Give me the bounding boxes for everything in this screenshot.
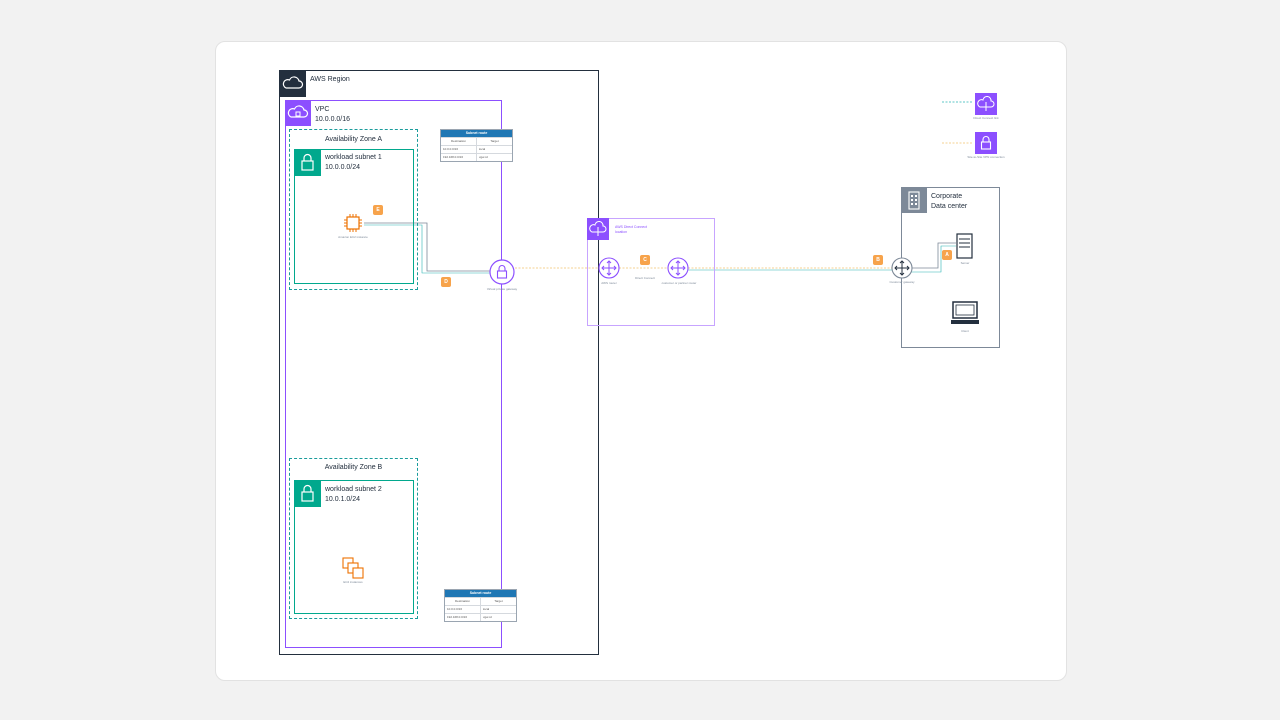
ec2-caption: Amazon EC2 instance xyxy=(338,235,368,239)
route-table-title: Subnet route xyxy=(441,130,512,137)
customer-gateway-icon[interactable] xyxy=(891,257,913,279)
customer-router-caption: customer or partner router xyxy=(661,281,697,285)
route-cell: 192.168.0.0/16 xyxy=(447,615,468,619)
badge-b: B xyxy=(873,255,883,265)
instances-caption: EC2 instances xyxy=(343,580,363,584)
server-icon[interactable] xyxy=(956,233,973,259)
vgw-caption: Virtual private gateway xyxy=(486,287,518,291)
legend-dx-icon xyxy=(975,93,997,115)
cgw-caption: Customer gateway xyxy=(889,280,915,284)
vpc-icon xyxy=(285,100,311,126)
badge-c: C xyxy=(640,255,650,265)
route-cell: vgw-id xyxy=(476,154,512,161)
route-table-bottom: Subnet route Destination Target 10.0.0.0… xyxy=(444,589,517,622)
az-b-label: Availability Zone B xyxy=(324,464,383,471)
route-cell: local xyxy=(480,606,516,613)
dx-conn-caption: Direct Connect xyxy=(635,276,655,280)
dx-label-2: location xyxy=(615,230,628,234)
legend-vpn-icon xyxy=(975,132,997,154)
subnet1-label: workload subnet 1 xyxy=(325,154,382,161)
lock-icon xyxy=(294,149,321,176)
route-table-row: 10.0.0.0/16 local xyxy=(445,605,516,613)
ec2-instance-icon[interactable] xyxy=(343,213,363,233)
az-a-label: Availability Zone A xyxy=(324,136,383,143)
server-caption: Server xyxy=(960,261,970,265)
route-table-row: 10.0.0.0/16 local xyxy=(441,145,512,153)
client-icon[interactable] xyxy=(950,301,980,327)
lock-icon xyxy=(294,480,321,507)
vpc-cidr: 10.0.0.0/16 xyxy=(315,116,351,123)
route-table-header: Destination xyxy=(450,139,466,143)
dc-label-1: Corporate xyxy=(931,193,963,200)
subnet1-cidr: 10.0.0.0/24 xyxy=(325,164,361,171)
route-cell: local xyxy=(476,146,512,153)
dx-label-1: AWS Direct Connect xyxy=(615,225,647,229)
route-cell: vgw-id xyxy=(480,614,516,621)
dx-location-icon xyxy=(587,218,609,240)
customer-router-icon[interactable] xyxy=(667,257,689,279)
subnet2-label: workload subnet 2 xyxy=(325,486,382,493)
route-table-header: Target xyxy=(480,598,516,605)
route-table-row: 192.168.0.0/16 vgw-id xyxy=(441,153,512,161)
connection-lines xyxy=(364,101,972,274)
vpc-label: VPC xyxy=(315,106,330,113)
route-cell: 192.168.0.0/16 xyxy=(443,155,464,159)
route-table-top: Subnet route Destination Target 10.0.0.0… xyxy=(440,129,513,162)
region-label: AWS Region xyxy=(310,76,350,83)
ec2-instances-icon[interactable] xyxy=(341,557,365,579)
route-table-row: 192.168.0.0/16 vgw-id xyxy=(445,613,516,621)
badge-e: E xyxy=(373,205,383,215)
dc-label-2: Data center xyxy=(931,203,968,210)
route-table-header-row: Destination Target xyxy=(441,137,512,145)
cloud-icon xyxy=(279,70,306,97)
subnet2-cidr: 10.0.1.0/24 xyxy=(325,496,361,503)
route-table-title: Subnet route xyxy=(445,590,516,597)
route-cell: 10.0.0.0/16 xyxy=(447,607,463,611)
route-table-header-row: Destination Target xyxy=(445,597,516,605)
client-caption: Client xyxy=(961,329,969,333)
building-icon xyxy=(901,187,927,213)
badge-a: A xyxy=(942,250,952,260)
route-cell: 10.0.0.0/16 xyxy=(443,147,459,151)
aws-router-icon[interactable] xyxy=(598,257,620,279)
vgw-lock-icon[interactable] xyxy=(489,259,515,285)
badge-d: D xyxy=(441,277,451,287)
aws-router-caption: AWS router xyxy=(601,281,617,285)
route-table-header: Target xyxy=(476,138,512,145)
legend-item-2: Site-to-Site VPN connection xyxy=(967,155,1005,159)
legend-item-1: Direct Connect link xyxy=(973,116,999,120)
route-table-header: Destination xyxy=(454,599,470,603)
